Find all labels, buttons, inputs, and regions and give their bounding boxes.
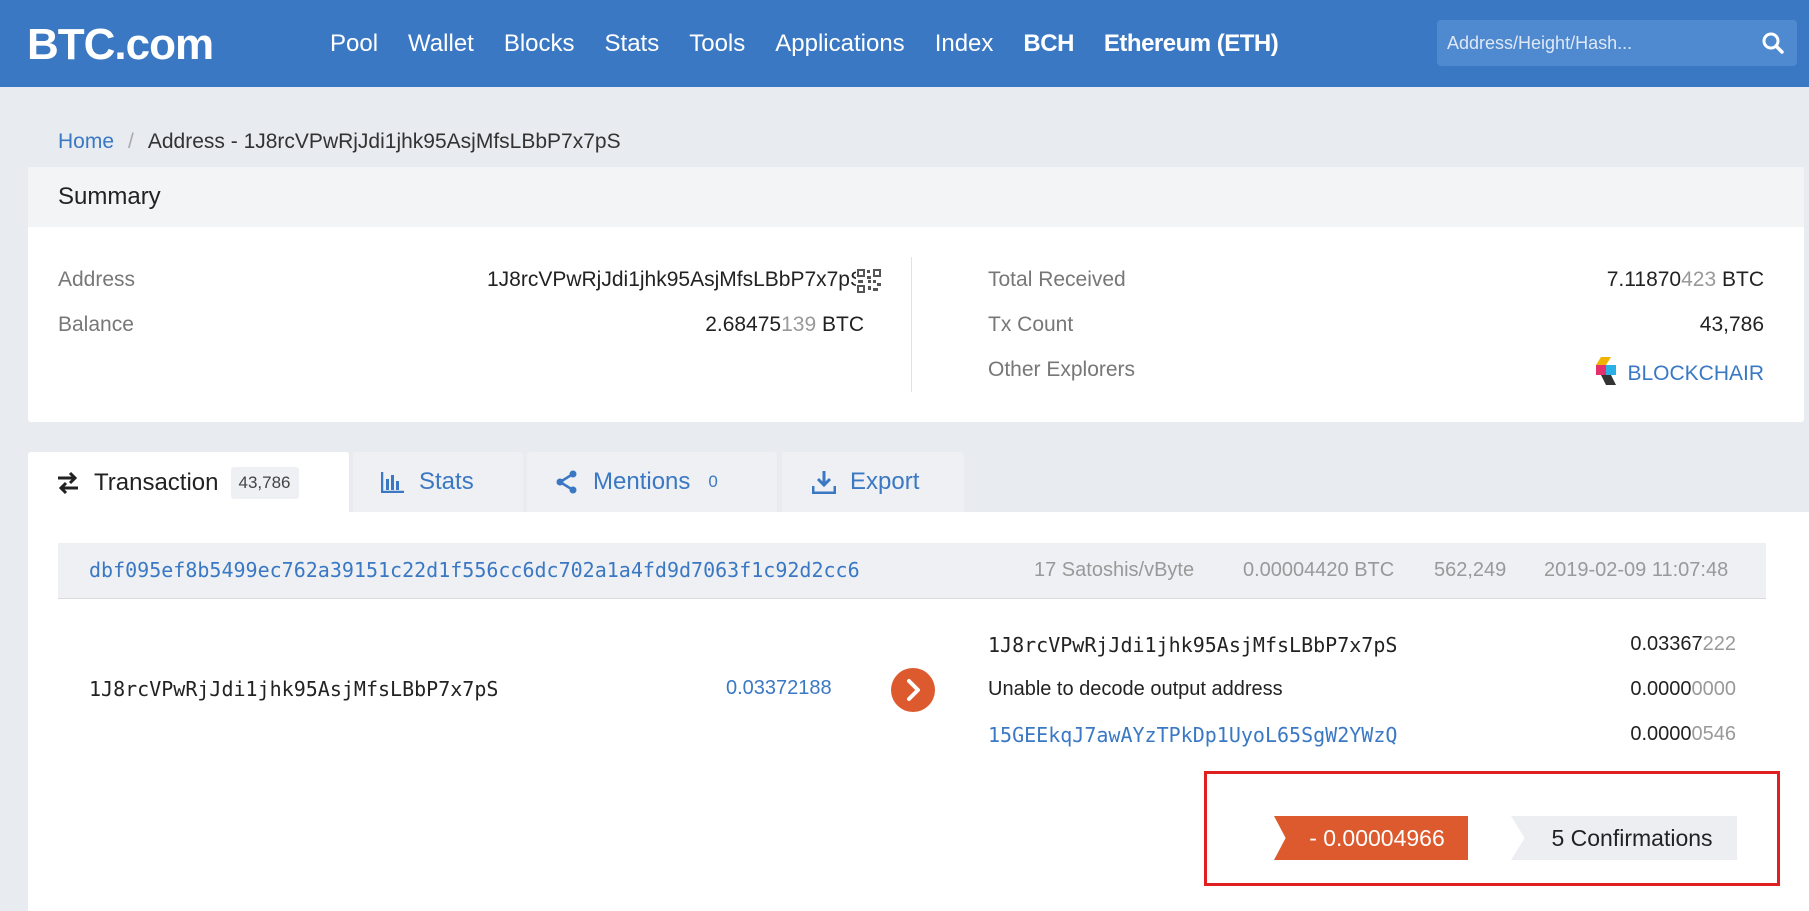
nav-index[interactable]: Index (935, 30, 994, 58)
nav-applications[interactable]: Applications (775, 30, 904, 58)
transaction-hash-link[interactable]: dbf095ef8b5499ec762a39151c22d1f556cc6dc7… (89, 558, 860, 582)
summary-divider (911, 257, 912, 392)
tab-export[interactable]: Export (782, 452, 964, 512)
qr-code-icon[interactable] (856, 268, 882, 294)
output-address-3[interactable]: 15GEEkqJ7awAYzTPkDp1UyoL65SgW2YWzQ (988, 723, 1397, 747)
output-value-1: 0.03367222 (1630, 633, 1736, 655)
transfer-icon (58, 471, 78, 495)
address-label: Address (58, 268, 136, 291)
tab-transaction-label: Transaction (94, 469, 219, 496)
output-address-1: 1J8rcVPwRjJdi1jhk95AsjMfsLBbP7x7pS (988, 633, 1398, 657)
input-value: 0.03372188 (726, 677, 832, 699)
tab-stats[interactable]: Stats (353, 452, 523, 512)
transaction-header: dbf095ef8b5499ec762a39151c22d1f556cc6dc7… (58, 543, 1766, 599)
summary-card: Summary Address 1J8rcVPwRjJdi1jhk95AsjMf… (28, 167, 1804, 422)
fee-rate: 17 Satoshis/vByte (1034, 559, 1195, 581)
breadcrumb: Home / Address - 1J8rcVPwRjJdi1jhk95AsjM… (58, 130, 621, 154)
transaction-count-badge: 43,786 (230, 467, 299, 499)
blockchair-logo-icon (1595, 356, 1617, 392)
tab-export-label: Export (850, 468, 920, 495)
breadcrumb-home[interactable]: Home (58, 130, 114, 154)
nav-pool[interactable]: Pool (330, 30, 378, 58)
input-address: 1J8rcVPwRjJdi1jhk95AsjMfsLBbP7x7pS (89, 677, 499, 701)
total-received-label: Total Received (988, 268, 1126, 291)
nav-blocks[interactable]: Blocks (504, 30, 575, 58)
output-value-3: 0.00000546 (1630, 723, 1736, 745)
fee-amount: 0.00004420 BTC (1243, 559, 1395, 581)
top-navbar: BTC.com Pool Wallet Blocks Stats Tools A… (0, 0, 1809, 87)
site-logo[interactable]: BTC.com (27, 20, 214, 70)
tab-stats-label: Stats (419, 468, 474, 495)
main-nav: Pool Wallet Blocks Stats Tools Applicati… (330, 0, 1308, 87)
mentions-count: 0 (708, 472, 718, 491)
blockchair-link[interactable]: BLOCKCHAIR (1627, 362, 1764, 386)
output-address-2: Unable to decode output address (988, 678, 1283, 700)
total-received-value: 7.11870423 BTC (1606, 268, 1764, 291)
tab-mentions[interactable]: Mentions 0 (527, 452, 777, 512)
nav-tools[interactable]: Tools (689, 30, 745, 58)
summary-title: Summary (28, 167, 1804, 227)
chevron-right-icon[interactable] (891, 668, 935, 712)
tab-mentions-label: Mentions (593, 468, 691, 495)
confirmations-tag: 5 Confirmations (1511, 816, 1737, 860)
bar-chart-icon (381, 472, 404, 493)
nav-stats[interactable]: Stats (605, 30, 660, 58)
breadcrumb-current: Address - 1J8rcVPwRjJdi1jhk95AsjMfsLBbP7… (147, 130, 621, 153)
tx-count-label: Tx Count (988, 313, 1074, 336)
breadcrumb-separator: / (128, 130, 134, 153)
nav-wallet[interactable]: Wallet (408, 30, 474, 58)
block-height: 562,249 (1434, 559, 1507, 581)
search-icon[interactable] (1759, 29, 1787, 57)
address-value[interactable]: 1J8rcVPwRjJdi1jhk95AsjMfsLBbP7x7pS (487, 268, 864, 292)
download-icon (812, 471, 836, 494)
output-value-2: 0.00000000 (1630, 678, 1736, 700)
tx-count-value: 43,786 (1699, 313, 1764, 336)
other-explorers-label: Other Explorers (988, 358, 1136, 381)
nav-bch[interactable]: BCH (1023, 30, 1074, 58)
share-icon (556, 470, 577, 494)
balance-label: Balance (58, 313, 134, 336)
balance-value: 2.68475139 BTC (705, 313, 864, 336)
amount-tag: - 0.00004966 (1274, 816, 1468, 860)
transaction-time: 2019-02-09 11:07:48 (1544, 559, 1729, 581)
search-input[interactable] (1437, 20, 1747, 66)
nav-ethereum[interactable]: Ethereum (ETH) (1104, 30, 1279, 58)
other-explorers-value: BLOCKCHAIR (1595, 356, 1764, 392)
tab-transaction[interactable]: Transaction 43,786 (28, 452, 349, 514)
search-box (1437, 20, 1797, 66)
